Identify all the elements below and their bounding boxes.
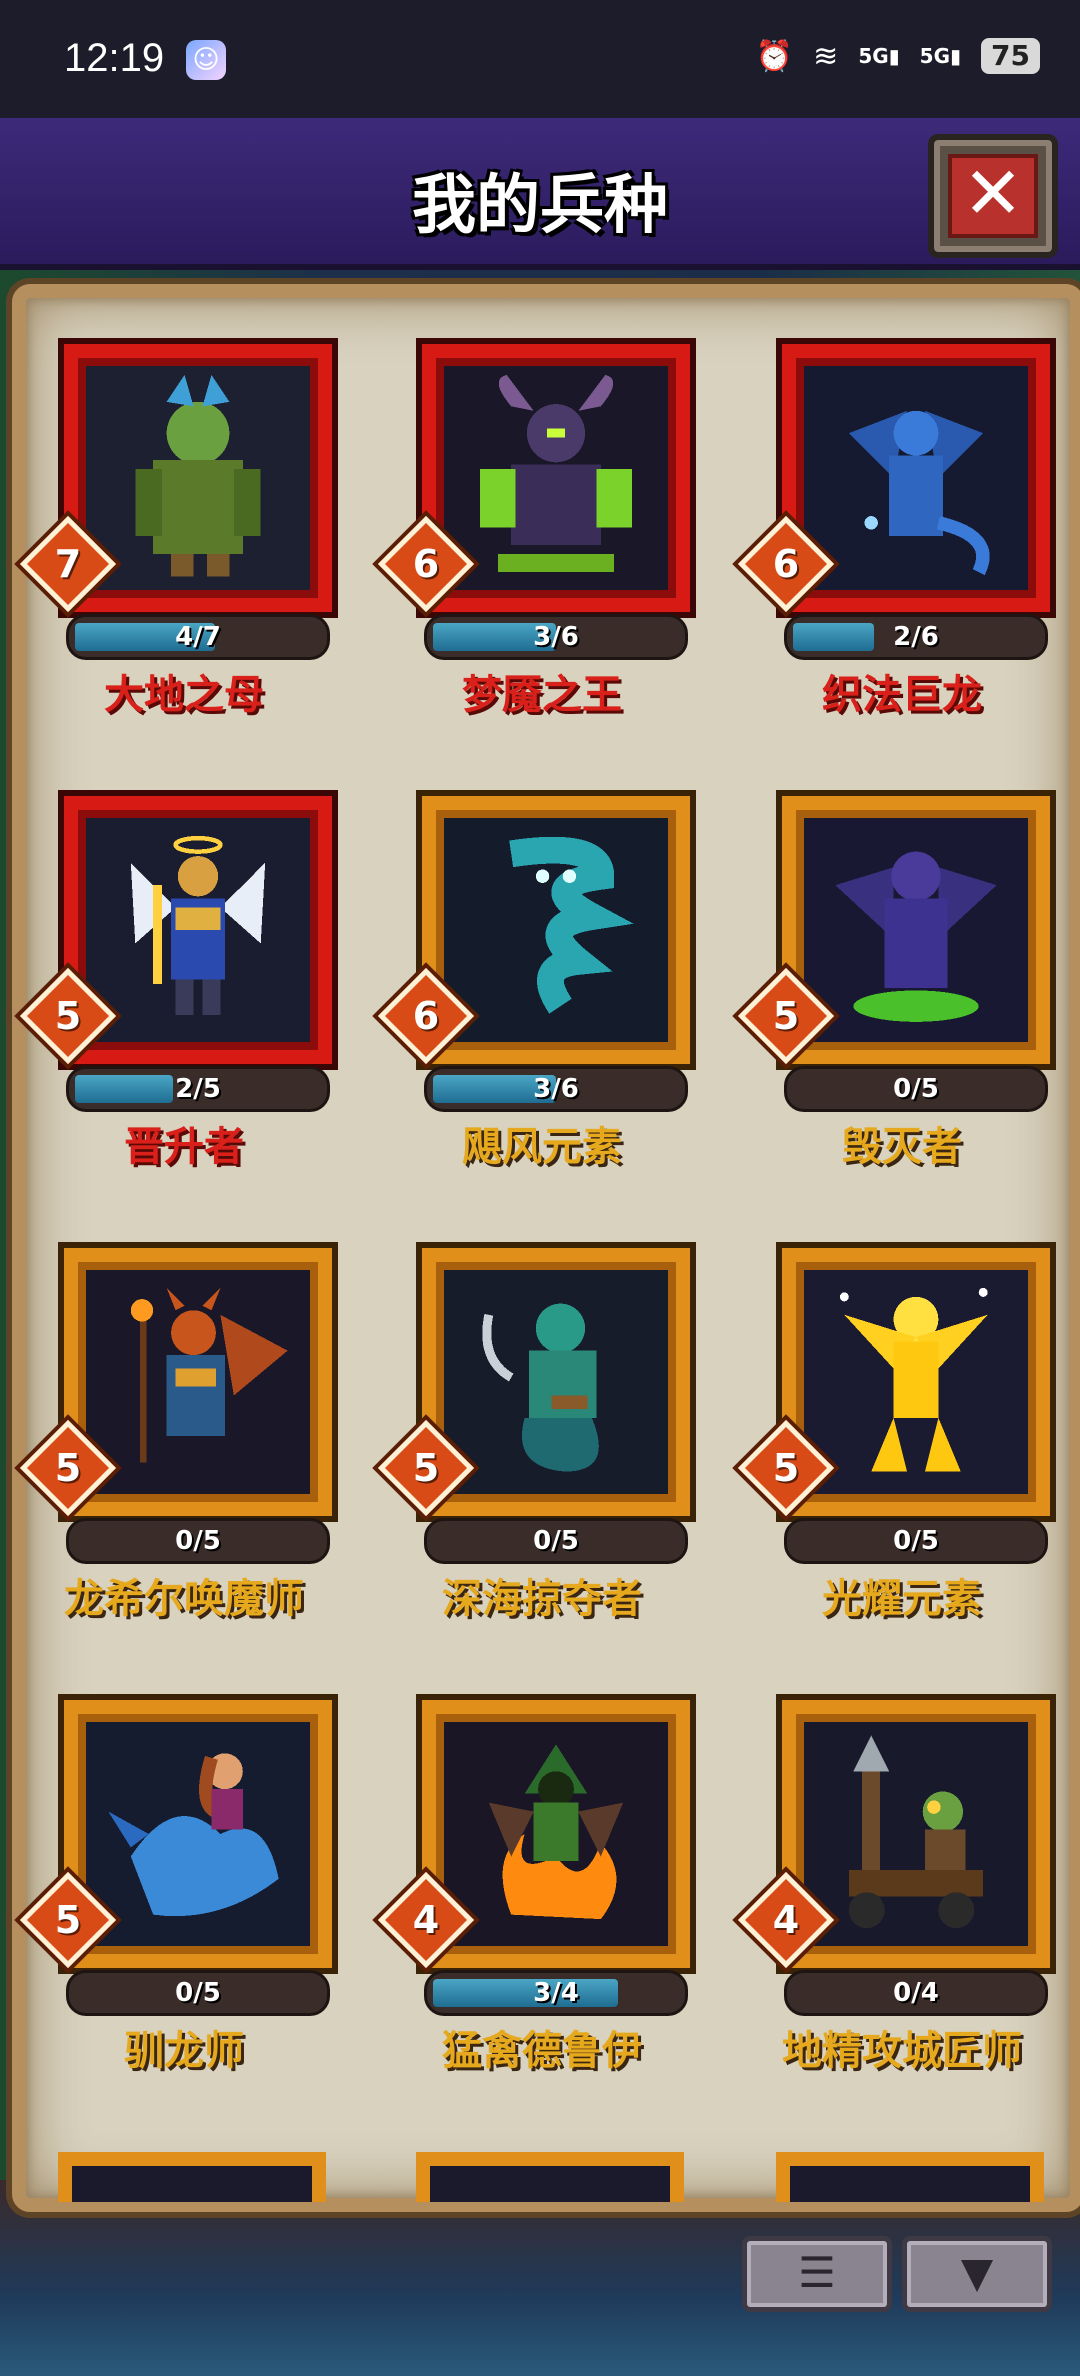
tier-number: 4 [772,1898,800,1942]
unit-name: 大地之母 [104,672,264,718]
unit-card[interactable]: 6 3/6 梦魇之王 [377,332,702,752]
progress-text: 4/7 [175,622,221,652]
tier-number: 6 [772,542,800,586]
battery-indicator: 75 [981,38,1040,74]
unit-card[interactable]: 4 0/4 地精攻城匠师 [737,1688,1062,2108]
raptor-druid-portrait [444,1722,668,1946]
wifi-icon: ≋ [813,38,839,74]
progress-text: 0/4 [893,1978,939,2008]
progress-bar: 2/5 [66,1066,330,1112]
unit-name: 深海掠夺者 [442,1576,642,1622]
unit-name: 毁灭者 [842,1124,962,1170]
ascendant-portrait [86,818,310,1042]
progress-bar: 3/6 [424,614,688,660]
unit-card[interactable]: 5 0/5 光耀元素 [737,1236,1062,1656]
status-time: 12:19 [64,36,165,80]
tier-number: 6 [412,542,440,586]
status-bar: 12:19 ☺ ⏰ ≋ 5G▮ 5G▮ 75 [0,0,1080,118]
arcane-dragon-portrait [804,366,1028,590]
unit-card[interactable]: 7 4/7 大地之母 [19,332,344,752]
page-title: 我的兵种 [412,169,668,243]
unit-card[interactable]: 5 0/5 毁灭者 [737,784,1062,1204]
progress-text: 0/5 [893,1526,939,1556]
tier-number: 5 [54,1898,82,1942]
unit-card[interactable]: 5 0/5 深海掠夺者 [377,1236,702,1656]
unit-card[interactable]: 4 3/4 猛禽德鲁伊 [377,1688,702,2108]
app-notification-icon: ☺ [186,40,226,80]
progress-bar: 2/6 [784,614,1048,660]
demon-caller-portrait [86,1270,310,1494]
deep-raider-portrait [444,1270,668,1494]
nightmare-king-portrait [444,366,668,590]
unit-name: 飓风元素 [462,1124,622,1170]
list-icon: ☰ [798,2248,836,2297]
progress-bar: 0/5 [66,1970,330,2016]
header-bar: 我的兵种 ✕ [0,118,1080,270]
progress-text: 0/5 [175,1978,221,2008]
progress-text: 3/6 [533,1074,579,1104]
tier-number: 6 [412,994,440,1038]
unit-name: 光耀元素 [822,1576,982,1622]
progress-bar: 3/4 [424,1970,688,2016]
unit-card[interactable]: 5 2/5 晋升者 [19,784,344,1204]
unit-card[interactable]: 6 3/6 飓风元素 [377,784,702,1204]
progress-bar: 0/4 [784,1970,1048,2016]
progress-bar: 4/7 [66,614,330,660]
unit-card-peek[interactable] [416,2152,684,2202]
earth-mother-portrait [86,366,310,590]
unit-name: 地精攻城匠师 [782,2028,1022,2074]
tier-number: 5 [54,994,82,1038]
tier-number: 7 [54,542,82,586]
tier-number: 5 [54,1446,82,1490]
progress-bar: 0/5 [424,1518,688,1564]
tier-number: 5 [772,1446,800,1490]
status-icons: ⏰ ≋ 5G▮ 5G▮ 75 [756,38,1040,74]
progress-text: 3/4 [533,1978,579,2008]
filter-button[interactable]: ▼ [902,2236,1052,2312]
close-button[interactable]: ✕ [928,134,1058,258]
signal-icon-2: 5G▮ [919,44,962,68]
light-elemental-portrait [804,1270,1028,1494]
progress-bar: 0/5 [784,1066,1048,1112]
alarm-icon: ⏰ [755,38,794,74]
progress-text: 0/5 [175,1526,221,1556]
progress-bar: 0/5 [784,1518,1048,1564]
tier-number: 5 [772,994,800,1038]
unit-name: 梦魇之王 [462,672,622,718]
unit-name: 龙希尔唤魔师 [64,1576,304,1622]
unit-card[interactable]: 5 0/5 龙希尔唤魔师 [19,1236,344,1656]
progress-text: 0/5 [893,1074,939,1104]
unit-card[interactable]: 5 0/5 驯龙师 [19,1688,344,2108]
progress-bar: 3/6 [424,1066,688,1112]
list-view-button[interactable]: ☰ [742,2236,892,2312]
dragon-tamer-portrait [86,1722,310,1946]
signal-icon-1: 5G▮ [858,44,900,68]
progress-text: 2/5 [175,1074,221,1104]
filter-icon: ▼ [960,2248,994,2297]
tier-number: 4 [412,1898,440,1942]
tier-number: 5 [412,1446,440,1490]
progress-text: 0/5 [533,1526,579,1556]
progress-text: 3/6 [533,622,579,652]
goblin-siege-portrait [804,1722,1028,1946]
unit-card-peek[interactable] [58,2152,326,2202]
destroyer-portrait [804,818,1028,1042]
progress-bar: 0/5 [66,1518,330,1564]
unit-name: 猛禽德鲁伊 [442,2028,642,2074]
unit-card-peek[interactable] [776,2152,1044,2202]
unit-name: 晋升者 [124,1124,244,1170]
unit-name: 织法巨龙 [822,672,982,718]
progress-text: 2/6 [893,622,939,652]
unit-name: 驯龙师 [124,2028,244,2074]
storm-elemental-portrait [444,818,668,1042]
close-icon: ✕ [948,154,1038,238]
unit-card[interactable]: 6 2/6 织法巨龙 [737,332,1062,752]
